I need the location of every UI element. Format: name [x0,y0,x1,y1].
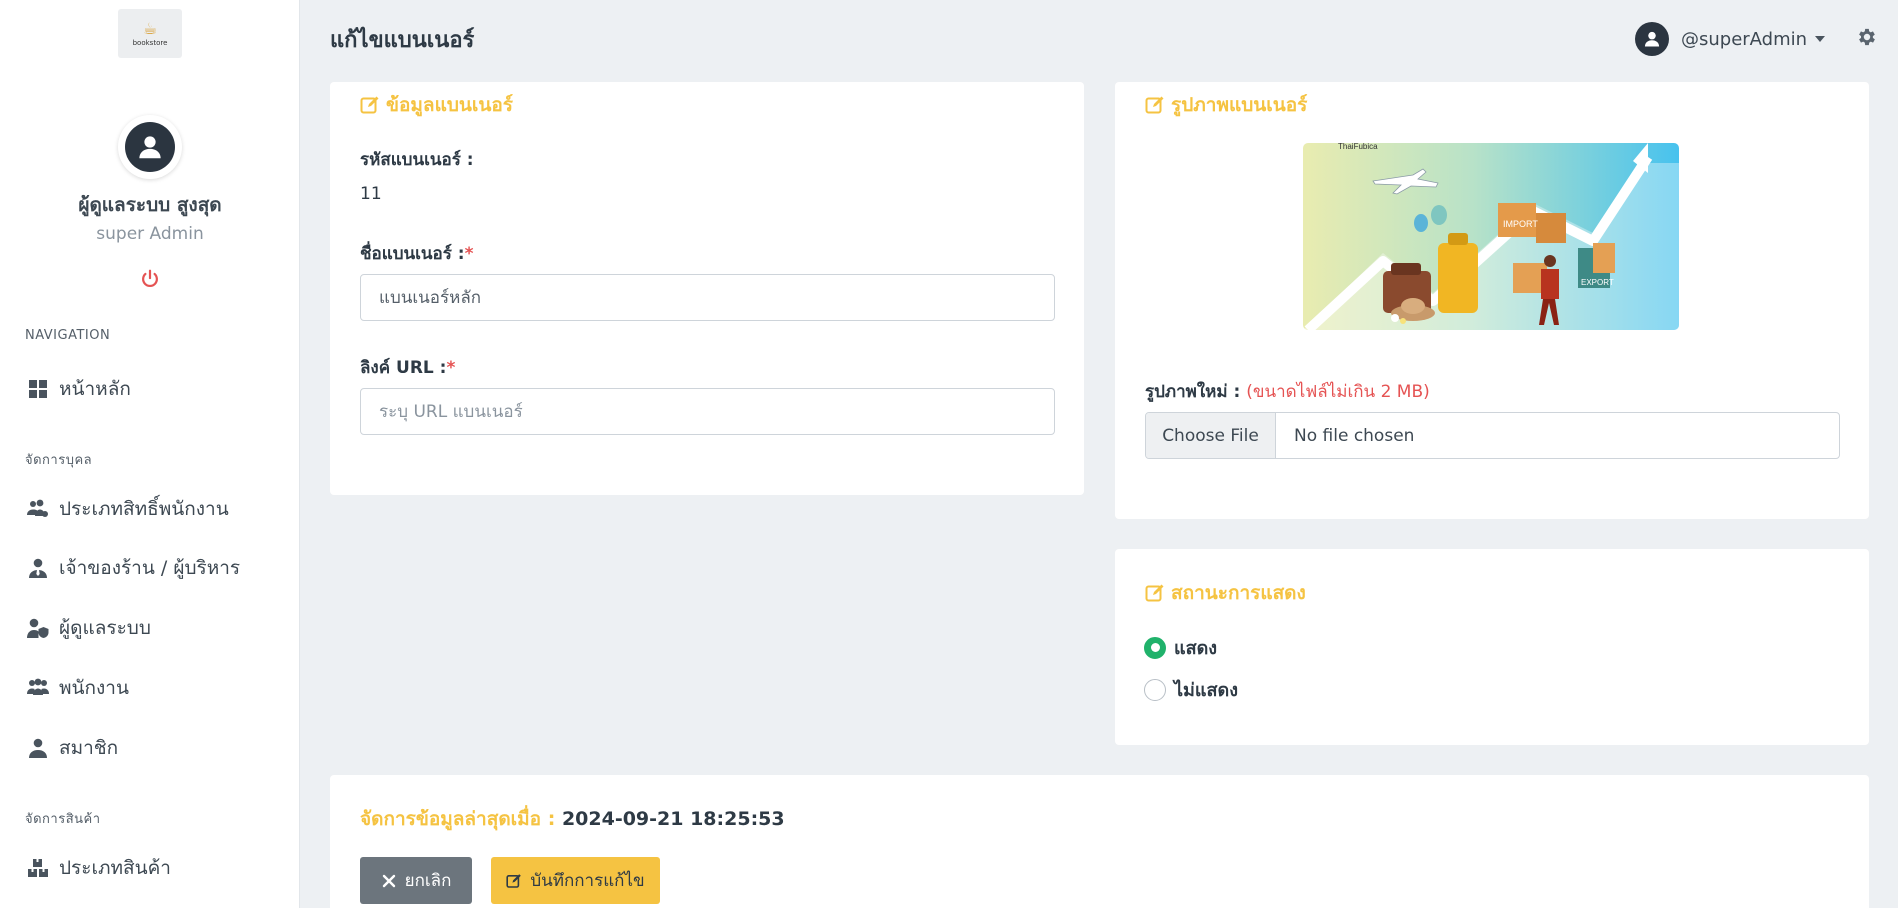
sidebar-item-label: ประเภทสิทธิ์พนักงาน [59,498,229,520]
gear-icon[interactable] [1856,26,1878,48]
radio-button[interactable] [1144,678,1166,701]
file-size-hint: (ขนาดไฟล์ไม่เกิน 2 MB) [1246,382,1430,402]
file-status: No file chosen [1294,425,1415,446]
sidebar-item-label: สมาชิก [59,737,119,759]
close-icon [382,874,395,887]
banner-url-label: ลิงค์ URL :* [360,354,455,381]
last-updated: จัดการข้อมูลล่าสุดเมื่อ : 2024-09-21 18:… [360,804,785,834]
user-icon [27,737,49,759]
banner-url-input[interactable]: ระบุ URL แบนเนอร์ [360,388,1055,435]
user-tie-icon [27,557,49,579]
page-title: แก้ไขแบนเนอร์ [330,28,475,53]
user-shield-icon [27,617,49,639]
nav-heading-people: จัดการบุคล [25,453,93,468]
avatar [1635,22,1669,56]
banner-name-input[interactable]: แบนเนอร์หลัก [360,274,1055,321]
sidebar-item-employees[interactable]: พนักงาน [27,671,129,705]
sidebar: ☕ bookstore ผู้ดูแลระบบ สูงสุด super Adm… [0,0,300,908]
profile-avatar [118,115,182,179]
sidebar-item-members[interactable]: สมาชิก [27,731,118,765]
file-input[interactable]: Choose File No file chosen [1145,412,1840,459]
boxes-icon [27,857,49,879]
banner-image-title: รูปภาพแบนเนอร์ [1145,90,1307,120]
sidebar-item-product-types[interactable]: ประเภทสินค้า [27,851,171,885]
sidebar-item-staff-roles[interactable]: ประเภทสิทธิ์พนักงาน [27,492,229,526]
banner-name-label: ชื่อแบนเนอร์ :* [360,240,474,267]
edit-icon [1145,96,1164,114]
sidebar-item-label: ประเภทสินค้า [59,857,171,879]
import-tag: IMPORT [1503,219,1538,229]
banner-info-title: ข้อมูลแบนเนอร์ [360,90,513,120]
sidebar-item-owners[interactable]: เจ้าของร้าน / ผู้บริหาร [27,551,240,585]
banner-code-value: 11 [360,184,382,204]
banner-preview-image: ThaiFubica IMPORT EXPORT [1303,143,1679,330]
radio-label: ไม่แสดง [1174,680,1238,701]
banner-code-label: รหัสแบนเนอร์ : [360,150,474,170]
new-image-label: รูปภาพใหม่ : (ขนาดไฟล์ไม่เกิน 2 MB) [1145,378,1430,405]
export-tag: EXPORT [1581,278,1614,287]
nav-heading-navigation: NAVIGATION [25,328,111,343]
app-logo[interactable]: ☕ bookstore [118,9,182,58]
save-button[interactable]: บันทึกการแก้ไข [491,857,660,904]
display-status-title: สถานะการแสดง [1145,578,1306,608]
profile-role: super Admin [96,224,204,244]
user-icon [1644,31,1660,47]
save-label: บันทึกการแก้ไข [530,871,645,891]
sidebar-item-label: พนักงาน [59,677,129,699]
power-icon[interactable] [139,268,161,290]
sidebar-item-admins[interactable]: ผู้ดูแลระบบ [27,611,151,645]
users-icon [27,677,49,699]
topbar: แก้ไขแบนเนอร์ @superAdmin [300,0,1898,74]
users-cog-icon [27,498,49,520]
edit-icon [360,96,379,114]
edit-icon [1145,584,1164,602]
radio-show[interactable]: แสดง [1144,633,1217,662]
cancel-label: ยกเลิก [404,871,452,891]
logo-text: bookstore [132,38,168,47]
radio-button[interactable] [1144,636,1166,659]
sidebar-item-label: เจ้าของร้าน / ผู้บริหาร [59,557,241,579]
chevron-down-icon [1815,36,1826,42]
label-text: รูปภาพใหม่ : [1145,382,1241,402]
edit-icon [506,873,522,888]
dashboard-icon [27,378,49,400]
radio-label: แสดง [1174,638,1218,659]
banner-image-caption: ThaiFubica [1338,143,1378,151]
last-updated-value: 2024-09-21 18:25:53 [561,808,785,830]
sidebar-item-label: หน้าหลัก [59,378,131,400]
card-title-text: รูปภาพแบนเนอร์ [1171,94,1308,116]
label-text: ชื่อแบนเนอร์ : [360,244,465,264]
card-title-text: ข้อมูลแบนเนอร์ [386,94,513,116]
required-mark: * [464,244,474,264]
sidebar-item-home[interactable]: หน้าหลัก [27,372,131,406]
user-icon [139,136,161,159]
choose-file-button[interactable]: Choose File [1146,413,1276,458]
user-menu-dropdown[interactable]: @superAdmin [1635,22,1826,56]
radio-hide[interactable]: ไม่แสดง [1144,675,1238,704]
cancel-button[interactable]: ยกเลิก [360,857,472,904]
card-title-text: สถานะการแสดง [1171,582,1306,604]
profile-name: ผู้ดูแลระบบ สูงสุด [78,194,222,216]
coffee-cup-icon: ☕ [142,18,158,38]
sidebar-item-label: ผู้ดูแลระบบ [59,617,151,639]
last-updated-label: จัดการข้อมูลล่าสุดเมื่อ : [360,808,556,830]
required-mark: * [446,358,456,378]
username: @superAdmin [1681,28,1808,50]
nav-heading-products: จัดการสินค้า [25,812,101,827]
label-text: ลิงค์ URL : [360,358,447,378]
